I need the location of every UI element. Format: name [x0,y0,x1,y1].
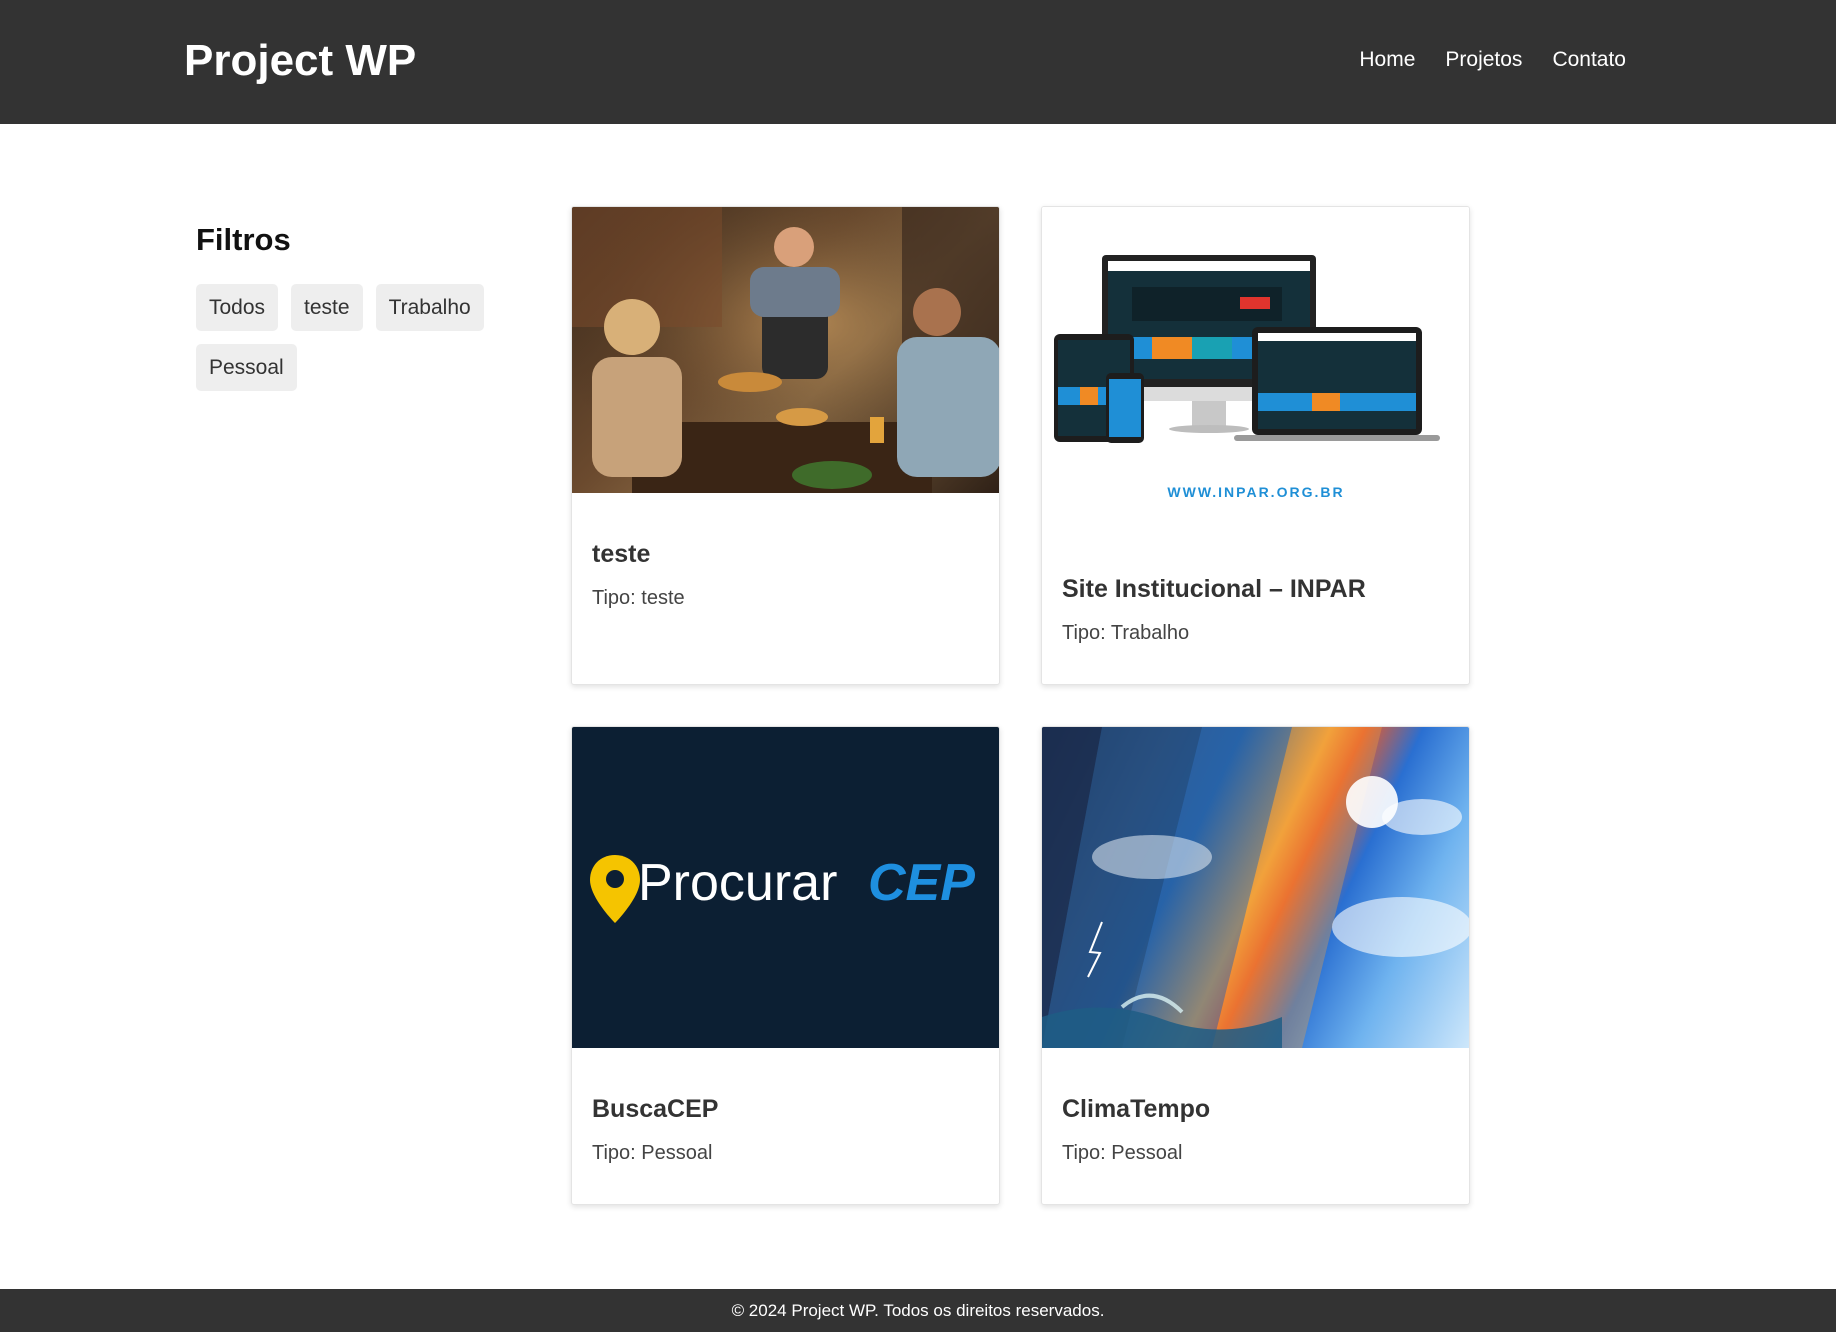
location-pin-icon [590,855,640,923]
project-image-procurarcep-logo: Procurar CEP [572,727,999,1048]
project-card-inpar[interactable]: WWW.INPAR.ORG.BR Site Institucional – IN… [1041,206,1470,685]
project-title[interactable]: teste [592,540,650,569]
nav-projetos-link[interactable]: Projetos [1445,48,1522,72]
procurar-logo-text: Procurar [638,854,837,912]
site-footer: © 2024 Project WP. Todos os direitos res… [0,1289,1836,1332]
project-title[interactable]: Site Institucional – INPAR [1062,575,1366,604]
cep-logo-text: CEP [868,854,975,912]
project-image-restaurant [572,207,999,493]
inpar-url-text: WWW.INPAR.ORG.BR [1167,484,1344,500]
main-nav: Home Projetos Contato [1359,48,1626,72]
nav-home-link[interactable]: Home [1359,48,1415,72]
project-card-buscacep[interactable]: Procurar CEP BuscaCEP Tipo: Pessoal [571,726,1000,1205]
filter-trabalho-button[interactable]: Trabalho [375,284,484,331]
filter-pessoal-button[interactable]: Pessoal [196,344,297,391]
filter-teste-button[interactable]: teste [291,284,363,331]
project-title[interactable]: ClimaTempo [1062,1095,1210,1124]
filter-list: Todos teste Trabalho Pessoal [196,284,496,391]
project-type: Tipo: teste [592,587,685,609]
project-card-teste[interactable]: teste Tipo: teste [571,206,1000,685]
project-title[interactable]: BuscaCEP [592,1095,718,1124]
footer-copyright: © 2024 Project WP. Todos os direitos res… [731,1301,1105,1320]
project-image-weather-collage [1042,727,1469,1048]
project-image-inpar-devices: WWW.INPAR.ORG.BR [1042,207,1469,527]
project-type: Tipo: Pessoal [1062,1142,1183,1164]
filters-sidebar: Filtros Todos teste Trabalho Pessoal [196,222,516,391]
project-type: Tipo: Trabalho [1062,622,1190,644]
site-header: Project WP Home Projetos Contato [0,0,1836,124]
project-type: Tipo: Pessoal [592,1142,713,1164]
filter-todos-button[interactable]: Todos [196,284,279,331]
nav-contato-link[interactable]: Contato [1552,48,1626,72]
site-brand[interactable]: Project WP [184,36,416,86]
filters-title: Filtros [196,222,291,257]
projects-grid: teste Tipo: teste WWW.INPAR.ORG.BR Site … [571,206,1470,1205]
project-card-climatempo[interactable]: ClimaTempo Tipo: Pessoal [1041,726,1470,1205]
